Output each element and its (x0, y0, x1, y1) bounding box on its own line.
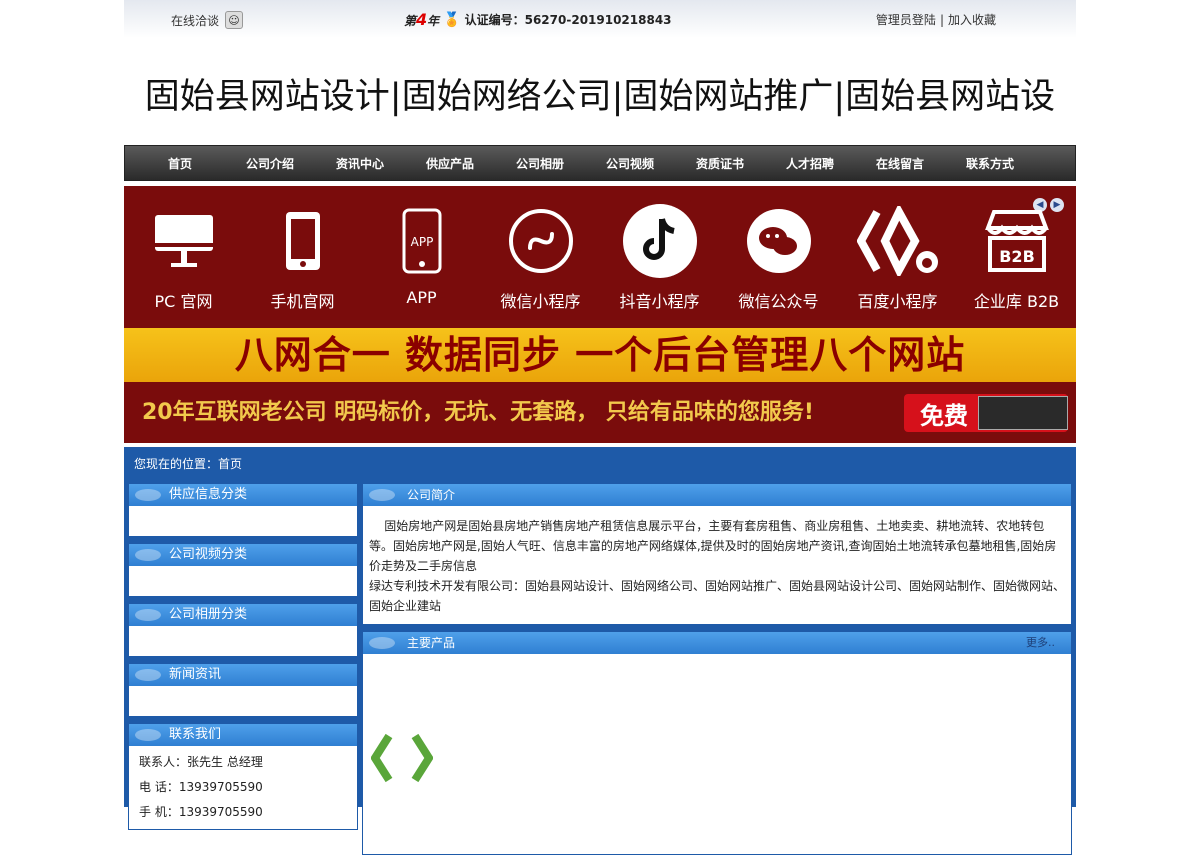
platform-label: 企业库 B2B (973, 292, 1060, 311)
nav-item-news[interactable]: 资讯中心 (315, 155, 405, 172)
b2b-shop-icon: B2B (957, 206, 1076, 276)
admin-login-link[interactable]: 管理员登陆 (876, 13, 936, 27)
main-nav: 首页 公司介绍 资讯中心 供应产品 公司相册 公司视频 资质证书 人才招聘 在线… (124, 145, 1076, 181)
add-favorite-link[interactable]: 加入收藏 (948, 13, 996, 27)
album-category-box: 公司相册分类 (128, 603, 358, 657)
company-intro-title: 公司简介 (363, 484, 1071, 506)
b2b-glyph-text: B2B (999, 247, 1035, 266)
more-products-link[interactable]: 更多.. (1026, 632, 1055, 654)
page-wrapper: 在线洽谈 ☺ 第4年 🏅 认证编号：56270-201910218843 管理员… (124, 0, 1076, 855)
free-button[interactable]: 免费 (904, 394, 1068, 432)
douyin-icon (600, 204, 719, 278)
video-category-body (129, 566, 357, 596)
nav-item-jobs[interactable]: 人才招聘 (765, 155, 855, 172)
supply-category-title[interactable]: 供应信息分类 (129, 484, 357, 506)
desktop-icon (124, 206, 243, 276)
nav-item-video[interactable]: 公司视频 (585, 155, 675, 172)
online-chat-link[interactable]: 在线洽谈 ☺ (171, 11, 244, 29)
wechat-miniprogram-icon (481, 206, 600, 276)
site-title: 固始县网站设计|固始网络公司|固始网站推广|固始县网站设 (144, 77, 1056, 117)
nav-item-message[interactable]: 在线留言 (855, 155, 945, 172)
news-box: 新闻资讯 (128, 663, 358, 717)
banner-thumbnail-image (978, 396, 1068, 430)
news-title[interactable]: 新闻资讯 (129, 664, 357, 686)
album-category-body (129, 626, 357, 656)
nav-item-products[interactable]: 供应产品 (405, 155, 495, 172)
platform-b2b: B2B 企业库 B2B (957, 206, 1076, 316)
platform-pc: PC 官网 (124, 206, 243, 316)
breadcrumb: 您现在的位置：首页 (134, 457, 243, 471)
banner-slogan: 20年互联网老公司 明码标价，无坑、无套路， 只给有品味的您服务! (142, 400, 814, 425)
platform-icons-row: PC 官网 手机官网 APP APP 微信小程序 抖音小程序 微信公众号 百度小… (124, 204, 1076, 316)
supply-category-box: 供应信息分类 (128, 483, 358, 537)
platform-douyin: 抖音小程序 (600, 204, 719, 316)
video-category-box: 公司视频分类 (128, 543, 358, 597)
baidu-icon (838, 206, 957, 276)
top-links: 管理员登陆 | 加入收藏 (876, 11, 996, 28)
content-frame: 您现在的位置：首页 供应信息分类 公司视频分类 公司相册分类 新闻资讯 联系我们 (124, 447, 1076, 855)
wechat-icon (719, 206, 838, 276)
company-intro-panel: 公司简介 固始房地产网是固始县房地产销售房地产租赁信息展示平台，主要有套房租售、… (362, 483, 1072, 625)
qq-icon[interactable]: ☺ (225, 11, 244, 29)
medal-icon: 🏅 (443, 11, 461, 28)
intro-paragraph: 固始房地产网是固始县房地产销售房地产租赁信息展示平台，主要有套房租售、商业房租售… (369, 519, 1057, 573)
contact-box: 联系我们 联系人：张先生 总经理 电 话：13939705590 手 机：139… (128, 723, 358, 830)
main-products-title: 主要产品 (407, 636, 456, 650)
platform-label: 抖音小程序 (619, 292, 700, 311)
app-glyph-text: APP (410, 235, 433, 249)
main-products-panel: 主要产品 更多.. (362, 631, 1072, 855)
contact-person: 联系人：张先生 总经理 (139, 755, 263, 769)
nav-item-about[interactable]: 公司介绍 (225, 155, 315, 172)
mobile-icon (243, 206, 362, 276)
app-icon: APP (362, 206, 481, 276)
main-content: 公司简介 固始房地产网是固始县房地产销售房地产租赁信息展示平台，主要有套房租售、… (362, 483, 1072, 861)
platform-label: 微信小程序 (500, 292, 581, 311)
platform-label: PC 官网 (154, 292, 213, 311)
video-category-title[interactable]: 公司视频分类 (129, 544, 357, 566)
products-list (363, 654, 1071, 854)
platform-label: 手机官网 (270, 292, 335, 311)
top-links-separator: | (939, 13, 944, 27)
sidebar: 供应信息分类 公司视频分类 公司相册分类 新闻资讯 联系我们 联系人：张先生 总… (128, 483, 358, 836)
contact-body: 联系人：张先生 总经理 电 话：13939705590 手 机：13939705… (129, 746, 357, 829)
news-body (129, 686, 357, 716)
platform-app: APP APP (362, 206, 481, 316)
platform-mobile: 手机官网 (243, 206, 362, 316)
platform-label: 微信公众号 (738, 292, 819, 311)
platform-wechat-miniprogram: 微信小程序 (481, 206, 600, 316)
platform-baidu: 百度小程序 (838, 206, 957, 316)
supply-category-body (129, 506, 357, 536)
headline-band: 八网合一 数据同步 一个后台管理八个网站 (124, 328, 1076, 382)
online-chat-label: 在线洽谈 (171, 13, 220, 28)
contact-title[interactable]: 联系我们 (129, 724, 357, 746)
certification-info: 第4年 🏅 认证编号：56270-201910218843 (404, 10, 672, 29)
contact-mobile: 手 机：13939705590 (139, 805, 263, 819)
banner-headline: 八网合一 数据同步 一个后台管理八个网站 (234, 333, 966, 377)
product-logo-icon[interactable] (370, 732, 434, 795)
main-products-header: 主要产品 更多.. (363, 632, 1071, 654)
platform-label: APP (406, 288, 437, 307)
top-bar: 在线洽谈 ☺ 第4年 🏅 认证编号：56270-201910218843 管理员… (124, 0, 1076, 38)
contact-phone: 电 话：13939705590 (139, 780, 263, 794)
year-badge: 第4年 (404, 10, 440, 29)
cert-number: 认证编号：56270-201910218843 (464, 13, 672, 27)
company-intro-text: 固始房地产网是固始县房地产销售房地产租赁信息展示平台，主要有套房租售、商业房租售… (363, 506, 1071, 624)
free-label: 免费 (920, 401, 968, 430)
nav-item-home[interactable]: 首页 (135, 155, 225, 172)
nav-item-album[interactable]: 公司相册 (495, 155, 585, 172)
intro-company-line: 绿达专利技术开发有限公司：固始县网站设计、固始网络公司、固始网站推广、固始县网站… (369, 579, 1066, 613)
nav-item-certificates[interactable]: 资质证书 (675, 155, 765, 172)
nav-item-contact[interactable]: 联系方式 (945, 155, 1035, 172)
promo-banner[interactable]: ◀ ▶ PC 官网 手机官网 APP APP 微信小程序 抖音小程序 微信公众号… (124, 186, 1076, 443)
album-category-title[interactable]: 公司相册分类 (129, 604, 357, 626)
platform-label: 百度小程序 (857, 292, 938, 311)
platform-wechat: 微信公众号 (719, 206, 838, 316)
